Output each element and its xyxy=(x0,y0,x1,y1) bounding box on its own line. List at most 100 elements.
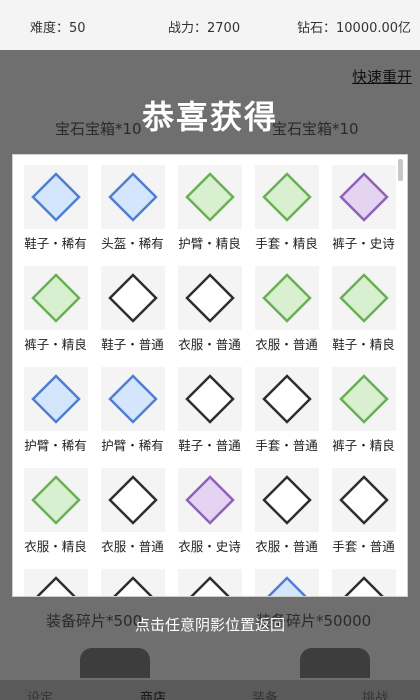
item-tile xyxy=(254,468,319,532)
diamond-gem-icon xyxy=(184,374,235,424)
close-hint: 点击任意阴影位置返回 xyxy=(134,616,285,634)
diamond-gem-icon xyxy=(261,374,312,424)
item-label: 头盔・稀有 xyxy=(101,236,164,251)
reward-item[interactable]: 鞋子・普通 xyxy=(94,266,171,353)
diamond-gem-icon xyxy=(35,576,76,596)
item-label: 护臂・精良 xyxy=(178,236,241,251)
reward-item[interactable]: 裤子・精良 xyxy=(17,266,94,353)
item-label: 衣服・普通 xyxy=(101,539,164,554)
item-tile xyxy=(331,266,396,330)
item-tile xyxy=(254,266,319,330)
diamond-gem-icon xyxy=(338,475,389,525)
reward-item[interactable]: 头盔・稀有 xyxy=(94,165,171,252)
item-label: 手套・精良 xyxy=(255,236,318,251)
item-label: 裤子・精良 xyxy=(24,337,87,352)
diamond-gem-icon xyxy=(107,172,158,222)
item-label: 鞋子・精良 xyxy=(332,337,395,352)
item-label: 手套・普通 xyxy=(255,438,318,453)
item-tile xyxy=(100,468,165,532)
gems-label: 钻石：10000.00亿 xyxy=(297,21,412,36)
item-label: 护臂・稀有 xyxy=(101,438,164,453)
diamond-gem-icon xyxy=(112,576,153,596)
dialog-title: 恭喜获得 xyxy=(141,98,278,136)
item-tile xyxy=(331,569,396,596)
tab-shop[interactable]: 商店 xyxy=(140,687,166,700)
reward-item[interactable]: 护臂・稀有 xyxy=(17,367,94,454)
reward-item[interactable]: 护臂・精良 xyxy=(171,165,248,252)
item-label: 裤子・史诗 xyxy=(332,236,395,251)
reward-item[interactable] xyxy=(171,569,248,596)
reward-item[interactable]: 衣服・精良 xyxy=(17,468,94,555)
item-tile xyxy=(100,367,165,431)
diamond-gem-icon xyxy=(338,273,389,323)
item-label: 裤子・精良 xyxy=(332,438,395,453)
item-tile xyxy=(100,165,165,229)
item-label: 鞋子・普通 xyxy=(101,337,164,352)
diamond-gem-icon xyxy=(30,273,81,323)
reward-item[interactable]: 手套・普通 xyxy=(248,367,325,454)
reward-item[interactable]: 衣服・普通 xyxy=(94,468,171,555)
diamond-gem-icon xyxy=(184,273,235,323)
quick-restart-link[interactable]: 快速重开 xyxy=(352,66,412,87)
item-tile xyxy=(177,266,242,330)
reward-panel: 鞋子・稀有 头盔・稀有 护臂・精良 手套・精良 裤子・史诗 裤子・精良 鞋子・普通 衣服・普通… xyxy=(12,154,408,597)
item-tile xyxy=(23,165,88,229)
tab-equip[interactable]: 装备 xyxy=(252,687,278,700)
reward-item[interactable]: 护臂・稀有 xyxy=(94,367,171,454)
item-label: 护臂・稀有 xyxy=(24,438,87,453)
tab-challenge[interactable]: 挑战 xyxy=(362,687,388,700)
item-tile xyxy=(254,165,319,229)
item-tile xyxy=(23,266,88,330)
reward-item[interactable]: 鞋子・普通 xyxy=(171,367,248,454)
diamond-gem-icon xyxy=(30,374,81,424)
reward-item[interactable]: 裤子・史诗 xyxy=(325,165,402,252)
diamond-gem-icon xyxy=(189,576,230,596)
puzzle-piece-icon xyxy=(80,648,150,678)
item-label: 手套・普通 xyxy=(332,539,395,554)
item-tile xyxy=(254,367,319,431)
item-tile xyxy=(23,468,88,532)
diamond-gem-icon xyxy=(107,273,158,323)
item-tile xyxy=(177,367,242,431)
diamond-gem-icon xyxy=(261,273,312,323)
reward-item[interactable]: 衣服・普通 xyxy=(248,468,325,555)
diamond-gem-icon xyxy=(107,374,158,424)
tab-settings[interactable]: 设定 xyxy=(27,687,53,700)
reward-grid: 鞋子・稀有 头盔・稀有 护臂・精良 手套・精良 裤子・史诗 裤子・精良 鞋子・普通 衣服・普通… xyxy=(17,165,407,596)
diamond-gem-icon xyxy=(107,475,158,525)
reward-item[interactable] xyxy=(17,569,94,596)
diamond-gem-icon xyxy=(184,475,235,525)
reward-item[interactable]: 鞋子・稀有 xyxy=(17,165,94,252)
reward-item[interactable]: 衣服・普通 xyxy=(171,266,248,353)
item-label: 鞋子・稀有 xyxy=(24,236,87,251)
item-tile xyxy=(100,266,165,330)
reward-item[interactable]: 手套・精良 xyxy=(248,165,325,252)
reward-item[interactable] xyxy=(325,569,402,596)
reward-item[interactable]: 衣服・史诗 xyxy=(171,468,248,555)
item-tile xyxy=(177,165,242,229)
item-tile xyxy=(254,569,319,596)
item-tile xyxy=(331,367,396,431)
item-tile xyxy=(331,165,396,229)
reward-item[interactable] xyxy=(94,569,171,596)
item-label: 衣服・普通 xyxy=(178,337,241,352)
diamond-gem-icon xyxy=(30,475,81,525)
reward-item[interactable]: 衣服・普通 xyxy=(248,266,325,353)
item-tile xyxy=(177,468,242,532)
diamond-gem-icon xyxy=(338,172,389,222)
item-label: 鞋子・普通 xyxy=(178,438,241,453)
reward-item[interactable]: 裤子・精良 xyxy=(325,367,402,454)
diamond-gem-icon xyxy=(261,172,312,222)
diamond-gem-icon xyxy=(343,576,384,596)
reward-item[interactable] xyxy=(248,569,325,596)
item-label: 衣服・普通 xyxy=(255,337,318,352)
item-tile xyxy=(177,569,242,596)
reward-item[interactable]: 手套・普通 xyxy=(325,468,402,555)
status-bar: 难度：50 战力：2700 钻石：10000.00亿 xyxy=(0,0,420,50)
reward-item[interactable]: 鞋子・精良 xyxy=(325,266,402,353)
item-tile xyxy=(23,367,88,431)
diamond-gem-icon xyxy=(266,576,307,596)
item-label: 衣服・普通 xyxy=(255,539,318,554)
item-label: 衣服・精良 xyxy=(24,539,87,554)
difficulty-label: 难度：50 xyxy=(30,21,86,36)
